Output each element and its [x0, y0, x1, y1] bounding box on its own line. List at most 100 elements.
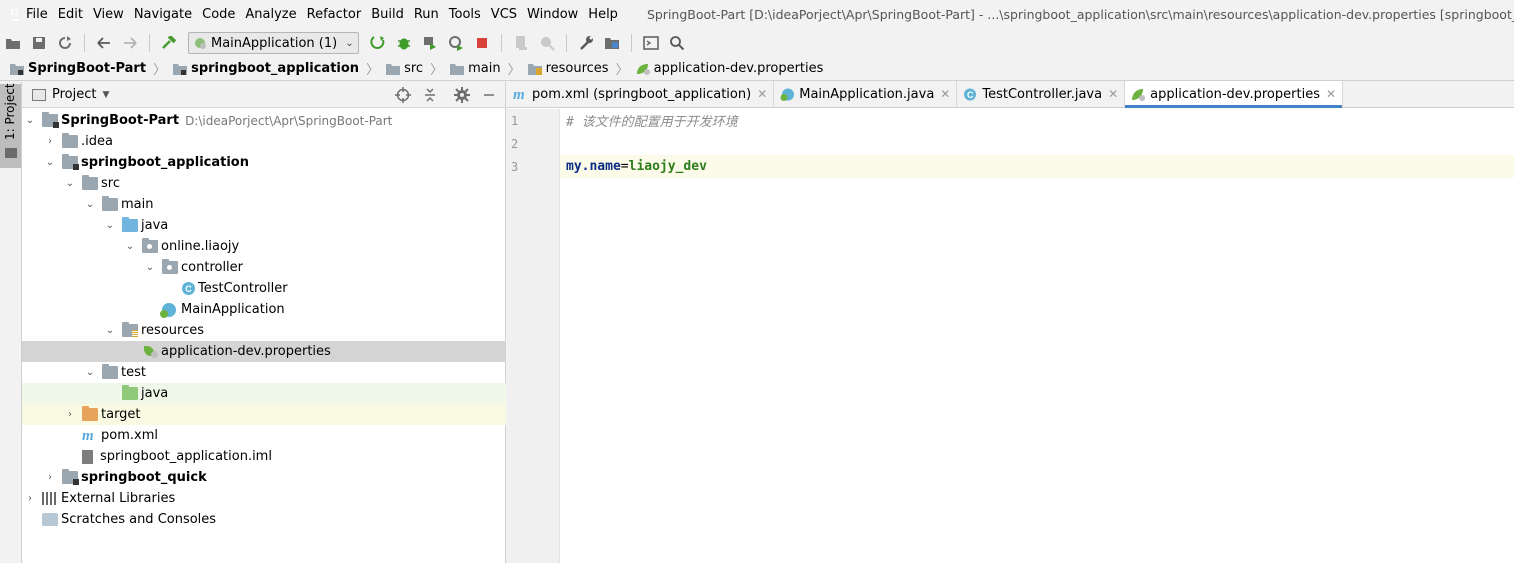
project-structure-icon[interactable] [604, 35, 620, 51]
code-comment: # 该文件的配置用于开发环境 [566, 115, 738, 130]
tree-row-iml-file[interactable]: springboot_application.iml [22, 446, 506, 467]
chevron-down-icon[interactable]: ⌄ [104, 325, 116, 336]
attach-icon[interactable] [539, 35, 555, 51]
chevron-down-icon[interactable]: ⌄ [144, 262, 156, 273]
menu-navigate[interactable]: Navigate [131, 7, 195, 22]
settings-wrench-icon[interactable] [578, 35, 594, 51]
tree-row-scratches[interactable]: Scratches and Consoles [22, 509, 506, 530]
breadcrumb-separator: 〉 [153, 63, 167, 78]
tab-label: pom.xml (springboot_application) [532, 86, 752, 102]
menu-edit[interactable]: Edit [55, 7, 86, 22]
terminal-icon[interactable] [642, 35, 659, 51]
tree-row-mainapplication[interactable]: MainApplication [22, 299, 506, 320]
project-tool-window-button[interactable]: 1: Project [0, 83, 21, 168]
chevron-down-icon[interactable]: ⌄ [84, 199, 96, 210]
code-line-2[interactable] [560, 132, 1514, 155]
tree-row-pom-xml[interactable]: m pom.xml [22, 425, 506, 446]
debug-icon[interactable] [396, 35, 412, 51]
menu-run[interactable]: Run [411, 7, 442, 22]
menu-code[interactable]: Code [199, 7, 238, 22]
search-icon[interactable] [669, 35, 685, 51]
chevron-down-icon[interactable]: ⌄ [104, 220, 116, 231]
menu-view[interactable]: View [90, 7, 127, 22]
svg-text:C: C [967, 90, 974, 100]
save-icon[interactable] [31, 35, 47, 51]
tab-mainapplication-java[interactable]: MainApplication.java ✕ [774, 81, 958, 107]
tree-row-resources[interactable]: ⌄ resources [22, 320, 506, 341]
collapse-all-icon[interactable] [422, 87, 438, 103]
chevron-down-icon[interactable]: ⌄ [24, 115, 36, 126]
run-icon[interactable] [369, 35, 386, 51]
forward-icon[interactable] [122, 35, 138, 51]
tree-row-test-java[interactable]: java [22, 383, 506, 404]
breadcrumb-item-src[interactable]: src [386, 61, 423, 76]
tree-row-target[interactable]: › target [22, 404, 506, 425]
editor-gutter[interactable]: 1 2 3 [507, 109, 560, 563]
close-icon[interactable]: ✕ [757, 87, 767, 101]
gear-icon[interactable] [454, 87, 470, 103]
chevron-down-icon[interactable]: ⌄ [44, 157, 56, 168]
chevron-down-icon[interactable]: ▼ [102, 90, 109, 100]
tree-row-package-controller[interactable]: ⌄ controller [22, 257, 506, 278]
menu-analyze[interactable]: Analyze [242, 7, 299, 22]
chevron-right-icon[interactable]: › [44, 472, 56, 483]
tab-application-dev-properties[interactable]: application-dev.properties ✕ [1125, 81, 1344, 108]
back-icon[interactable] [96, 35, 112, 51]
resources-folder-icon [122, 322, 138, 337]
tree-row-springboot-application[interactable]: ⌄ springboot_application [22, 152, 506, 173]
run-configuration-selector[interactable]: MainApplication (1) ⌄ [188, 32, 359, 54]
tree-row-java[interactable]: ⌄ java [22, 215, 506, 236]
left-tool-window-strip: 1: Project [0, 82, 22, 563]
build-hammer-icon[interactable] [161, 35, 177, 51]
code-line-3[interactable]: my.name = liaojy_dev [560, 155, 1514, 178]
close-icon[interactable]: ✕ [940, 87, 950, 101]
close-icon[interactable]: ✕ [1108, 87, 1118, 101]
chevron-down-icon[interactable]: ⌄ [84, 367, 96, 378]
breadcrumb-item-project[interactable]: SpringBoot-Part [10, 61, 146, 76]
tab-pom-xml[interactable]: m pom.xml (springboot_application) ✕ [507, 81, 775, 107]
tree-row-package-online-liaojy[interactable]: ⌄ online.liaojy [22, 236, 506, 257]
open-folder-icon[interactable] [5, 35, 21, 51]
code-line-1[interactable]: # 该文件的配置用于开发环境 [560, 109, 1514, 132]
tree-row-application-dev-properties[interactable]: application-dev.properties [22, 341, 506, 362]
sync-icon[interactable] [57, 35, 73, 51]
stop-icon[interactable] [474, 35, 490, 51]
close-icon[interactable]: ✕ [1326, 87, 1336, 101]
tree-row-external-libraries[interactable]: › External Libraries [22, 488, 506, 509]
tree-row-springboot-quick[interactable]: › springboot_quick [22, 467, 506, 488]
chevron-down-icon[interactable]: ⌄ [64, 178, 76, 189]
menu-build[interactable]: Build [368, 7, 407, 22]
tree-row-testcontroller[interactable]: C TestController [22, 278, 506, 299]
tree-row-src[interactable]: ⌄ src [22, 173, 506, 194]
breadcrumb-separator: 〉 [366, 63, 380, 78]
menu-tools[interactable]: Tools [446, 7, 484, 22]
hide-panel-icon[interactable] [481, 87, 497, 103]
tab-testcontroller-java[interactable]: C TestController.java ✕ [957, 81, 1126, 107]
breadcrumb-item-module[interactable]: springboot_application [173, 61, 359, 76]
tree-row-main[interactable]: ⌄ main [22, 194, 506, 215]
chevron-right-icon[interactable]: › [24, 493, 36, 504]
breadcrumb-item-resources[interactable]: resources [527, 61, 609, 76]
chevron-down-icon[interactable]: ⌄ [124, 241, 136, 252]
device-icon[interactable] [513, 35, 529, 51]
chevron-right-icon[interactable]: › [64, 409, 76, 420]
breadcrumb-item-file[interactable]: application-dev.properties [636, 61, 823, 76]
breadcrumb-item-main[interactable]: main [450, 61, 501, 76]
coverage-icon[interactable] [422, 35, 438, 51]
menu-window[interactable]: Window [524, 7, 581, 22]
code-editor[interactable]: # 该文件的配置用于开发环境 my.name = liaojy_dev [560, 109, 1514, 563]
project-panel-header: Project ▼ [22, 82, 505, 108]
module-folder-icon [173, 63, 188, 75]
locate-target-icon[interactable] [395, 87, 411, 103]
tree-row-project-root[interactable]: ⌄ SpringBoot-Part D:\ideaPorject\Apr\Spr… [22, 110, 506, 131]
tree-row-test[interactable]: ⌄ test [22, 362, 506, 383]
chevron-right-icon[interactable]: › [44, 136, 56, 147]
menu-refactor[interactable]: Refactor [304, 7, 365, 22]
project-panel-title[interactable]: Project [52, 87, 96, 102]
menu-vcs[interactable]: VCS [488, 7, 520, 22]
profile-icon[interactable] [448, 35, 464, 51]
menu-file[interactable]: File [23, 7, 51, 22]
tree-row-idea[interactable]: › .idea [22, 131, 506, 152]
property-value: liaojy_dev [628, 159, 707, 174]
menu-help[interactable]: Help [585, 7, 621, 22]
